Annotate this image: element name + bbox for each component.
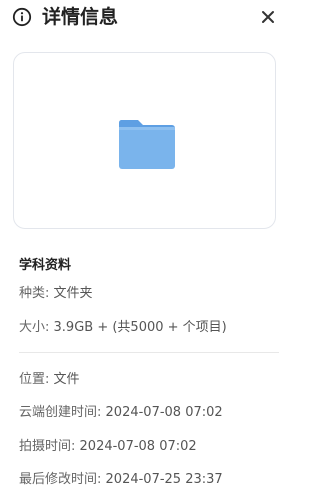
- size-label: 大小:: [19, 320, 50, 335]
- detail-type: 种类: 文件夹: [19, 285, 93, 303]
- location-value: 文件: [53, 372, 80, 387]
- detail-size: 大小: 3.9GB + (共5000 + 个项目): [19, 319, 227, 337]
- created-time-value: 2024-07-08 07:02: [105, 405, 223, 420]
- location-label: 位置:: [19, 372, 50, 387]
- detail-shot-time: 拍摄时间: 2024-07-08 07:02: [19, 438, 197, 456]
- info-circle-icon: [12, 7, 32, 27]
- modified-time-value: 2024-07-25 23:37: [105, 472, 223, 487]
- size-value: 3.9GB + (共5000 + 个项目): [53, 320, 227, 335]
- close-icon: [262, 11, 274, 23]
- panel-header: 详情信息: [0, 0, 288, 34]
- details-panel: 详情信息 学科资料 种类: 文件夹 大小: 3.9GB + (共5000 + 个…: [0, 0, 288, 495]
- shot-time-label: 拍摄时间:: [19, 439, 76, 454]
- close-button[interactable]: [258, 7, 278, 27]
- shot-time-value: 2024-07-08 07:02: [79, 439, 197, 454]
- type-value: 文件夹: [53, 286, 93, 301]
- created-time-label: 云端创建时间:: [19, 405, 102, 420]
- detail-modified-time: 最后修改时间: 2024-07-25 23:37: [19, 471, 223, 489]
- modified-time-label: 最后修改时间:: [19, 472, 102, 487]
- folder-icon: [118, 120, 175, 169]
- detail-location: 位置: 文件: [19, 371, 80, 389]
- file-name: 学科资料: [19, 258, 72, 273]
- file-preview: [13, 52, 276, 229]
- type-label: 种类:: [19, 286, 50, 301]
- divider: [19, 352, 279, 353]
- page-title: 详情信息: [42, 6, 119, 28]
- detail-created-time: 云端创建时间: 2024-07-08 07:02: [19, 404, 223, 422]
